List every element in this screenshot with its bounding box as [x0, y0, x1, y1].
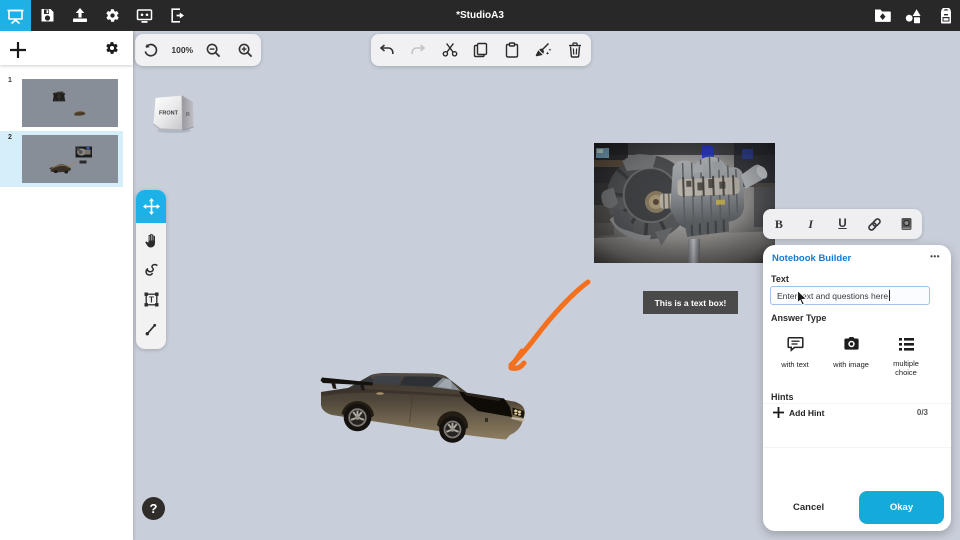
svg-text:T: T	[149, 295, 154, 304]
svg-text:R: R	[186, 112, 191, 118]
svg-text:FRONT: FRONT	[159, 111, 179, 117]
